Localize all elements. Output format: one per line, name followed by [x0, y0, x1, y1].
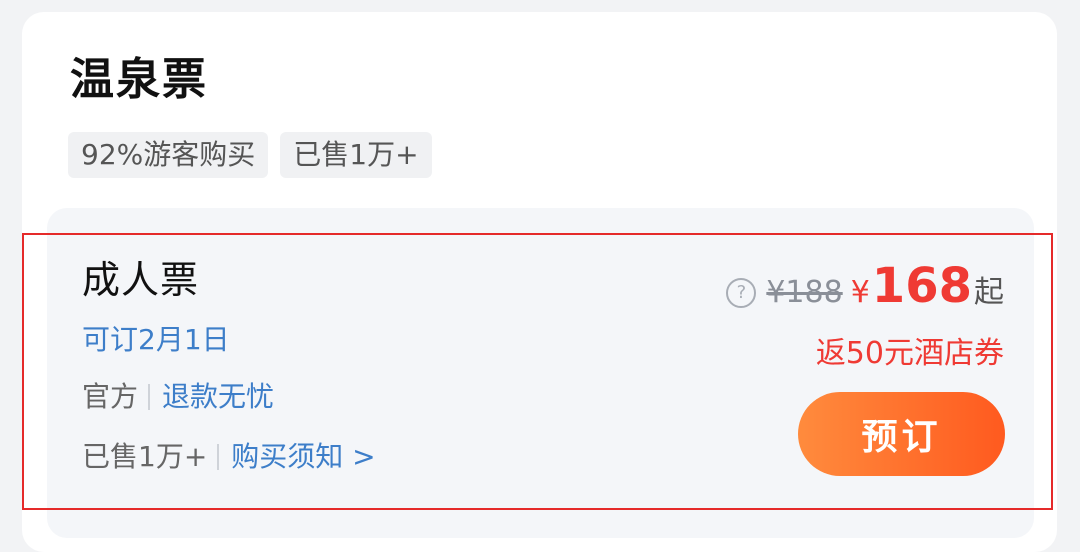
selection-highlight-box — [22, 233, 1053, 510]
tag-purchase-rate: 92%游客购买 — [68, 132, 269, 178]
section-tags: 92%游客购买 已售1万+ — [68, 132, 432, 178]
tag-sold-count: 已售1万+ — [280, 132, 432, 178]
section-title: 温泉票 — [70, 54, 208, 105]
